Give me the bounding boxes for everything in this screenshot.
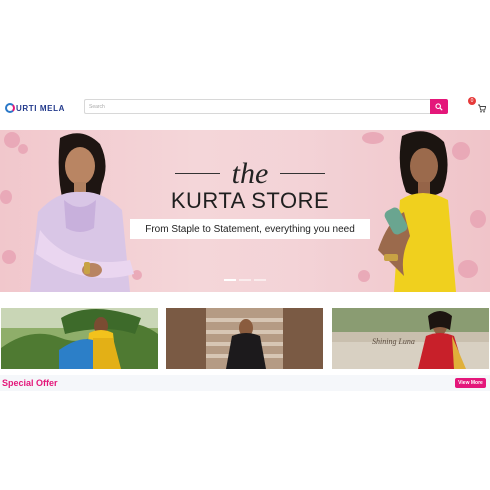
logo-text: URTI MELA [16, 103, 65, 113]
hero-tagline: From Staple to Statement, everything you… [145, 223, 355, 235]
logo-k-icon [5, 103, 15, 113]
hero-title-store: KURTA STORE [170, 188, 330, 213]
thumbnail-image [1, 308, 158, 369]
blossom-decoration [358, 270, 370, 282]
thumbnail-image: Shining Luna [332, 308, 489, 369]
brand-logo[interactable]: URTI MELA [5, 102, 65, 114]
blossom-decoration [4, 132, 20, 148]
product-thumbnail-2[interactable] [166, 308, 323, 369]
view-more-button[interactable]: View More [455, 378, 486, 388]
cart-button[interactable]: 0 [468, 97, 487, 115]
search-input[interactable] [84, 99, 430, 114]
carousel-dot-3[interactable] [254, 279, 266, 281]
carousel-dot-2[interactable] [239, 279, 251, 281]
page: URTI MELA 0 [0, 0, 490, 490]
product-thumbnail-1[interactable] [1, 308, 158, 369]
product-thumbnail-3[interactable]: Shining Luna [332, 308, 489, 369]
hero-model-right [378, 131, 456, 292]
thumbnail-caption: Shining Luna [372, 337, 415, 346]
title-rule-left [175, 173, 220, 174]
hero-title-the: the [231, 157, 269, 190]
special-offer-title: Special Offer [2, 378, 58, 388]
hero-banner[interactable]: the KURTA STORE From Staple to Statement… [0, 130, 490, 292]
hero-tagline-box: From Staple to Statement, everything you… [130, 219, 370, 239]
site-header: URTI MELA 0 [0, 95, 490, 121]
carousel-dot-1[interactable] [224, 279, 236, 281]
search-button[interactable] [430, 99, 448, 114]
hero-model-left [30, 133, 134, 292]
title-rule-right [280, 173, 325, 174]
blossom-decoration [0, 190, 12, 204]
cart-count-badge: 0 [468, 97, 476, 105]
carousel-indicators [224, 279, 266, 281]
blossom-decoration [2, 250, 16, 264]
thumbnail-image [166, 308, 323, 369]
search-icon [435, 102, 443, 111]
special-offer-bar: Special Offer View More [0, 375, 490, 391]
search-bar [84, 99, 448, 114]
blossom-decoration [470, 210, 486, 228]
